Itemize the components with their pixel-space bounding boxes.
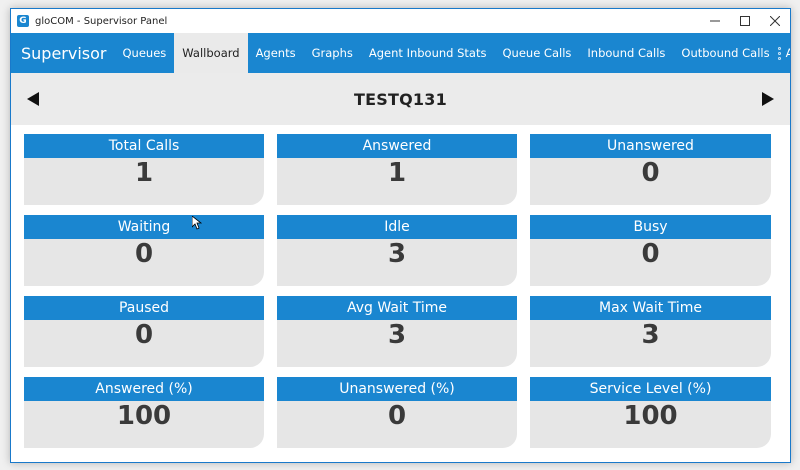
stat-label: Avg Wait Time: [277, 296, 517, 320]
next-queue-button[interactable]: [760, 91, 776, 107]
tab-queue-calls[interactable]: Queue Calls: [494, 33, 579, 73]
app-icon: G: [17, 15, 29, 27]
stat-card-service-level: Service Level (%) 100: [530, 377, 771, 448]
stat-value: 0: [277, 401, 517, 448]
maximize-button[interactable]: [730, 9, 760, 33]
stat-label: Paused: [24, 296, 264, 320]
tab-queues[interactable]: Queues: [115, 33, 175, 73]
stat-label: Busy: [530, 215, 771, 239]
wallboard-grid: Total Calls 1 Answered 1 Unanswered 0 Wa…: [11, 125, 790, 448]
brand-title: Supervisor: [21, 43, 107, 63]
stat-label: Max Wait Time: [530, 296, 771, 320]
stat-card-answered: Answered 1: [277, 134, 517, 205]
stat-card-busy: Busy 0: [530, 215, 771, 286]
window-title: gloCOM - Supervisor Panel: [35, 15, 168, 27]
tab-agent-inbound-stats[interactable]: Agent Inbound Stats: [361, 33, 495, 73]
main-navbar: Supervisor Queues Wallboard Agents Graph…: [11, 33, 790, 73]
queue-selector: TESTQ131: [11, 73, 790, 125]
stat-label: Total Calls: [24, 134, 264, 158]
stat-card-idle: Idle 3: [277, 215, 517, 286]
stat-value: 0: [530, 239, 771, 286]
tab-inbound-calls[interactable]: Inbound Calls: [579, 33, 673, 73]
stat-card-answered-percent: Answered (%) 100: [24, 377, 264, 448]
minimize-icon: [710, 20, 720, 22]
stat-label: Service Level (%): [530, 377, 771, 401]
stat-value: 100: [24, 401, 264, 448]
stat-card-total-calls: Total Calls 1: [24, 134, 264, 205]
stat-label: Waiting: [24, 215, 264, 239]
stat-value: 0: [24, 320, 264, 367]
stat-value: 3: [277, 239, 517, 286]
close-icon: [770, 16, 780, 26]
stat-card-unanswered: Unanswered 0: [530, 134, 771, 205]
stat-label: Unanswered (%): [277, 377, 517, 401]
minimize-button[interactable]: [700, 9, 730, 33]
close-button[interactable]: [760, 9, 790, 33]
stat-value: 1: [24, 158, 264, 205]
window-controls: [700, 9, 790, 33]
maximize-icon: [740, 16, 750, 26]
previous-queue-button[interactable]: [25, 91, 41, 107]
tab-agents[interactable]: Agents: [248, 33, 304, 73]
tab-graphs[interactable]: Graphs: [304, 33, 361, 73]
stat-card-unanswered-percent: Unanswered (%) 0: [277, 377, 517, 448]
tab-outbound-calls[interactable]: Outbound Calls: [673, 33, 777, 73]
triangle-right-icon: [761, 92, 774, 106]
stat-value: 0: [24, 239, 264, 286]
app-window: G gloCOM - Supervisor Panel Supervisor Q…: [10, 8, 791, 463]
stat-label: Idle: [277, 215, 517, 239]
mouse-pointer-icon: [192, 216, 202, 230]
stat-label: Answered: [277, 134, 517, 158]
queue-name: TESTQ131: [354, 89, 447, 109]
stat-value: 0: [530, 158, 771, 205]
stat-label: Answered (%): [24, 377, 264, 401]
stat-value: 3: [530, 320, 771, 367]
vertical-ellipsis-icon[interactable]: [772, 33, 786, 73]
stat-label: Unanswered: [530, 134, 771, 158]
triangle-left-icon: [27, 92, 39, 106]
tab-wallboard[interactable]: Wallboard: [174, 33, 248, 73]
stat-value: 3: [277, 320, 517, 367]
stat-card-avg-wait-time: Avg Wait Time 3: [277, 296, 517, 367]
title-bar[interactable]: G gloCOM - Supervisor Panel: [11, 9, 790, 33]
stat-card-max-wait-time: Max Wait Time 3: [530, 296, 771, 367]
stat-card-paused: Paused 0: [24, 296, 264, 367]
stat-value: 100: [530, 401, 771, 448]
stat-card-waiting: Waiting 0: [24, 215, 264, 286]
stat-value: 1: [277, 158, 517, 205]
